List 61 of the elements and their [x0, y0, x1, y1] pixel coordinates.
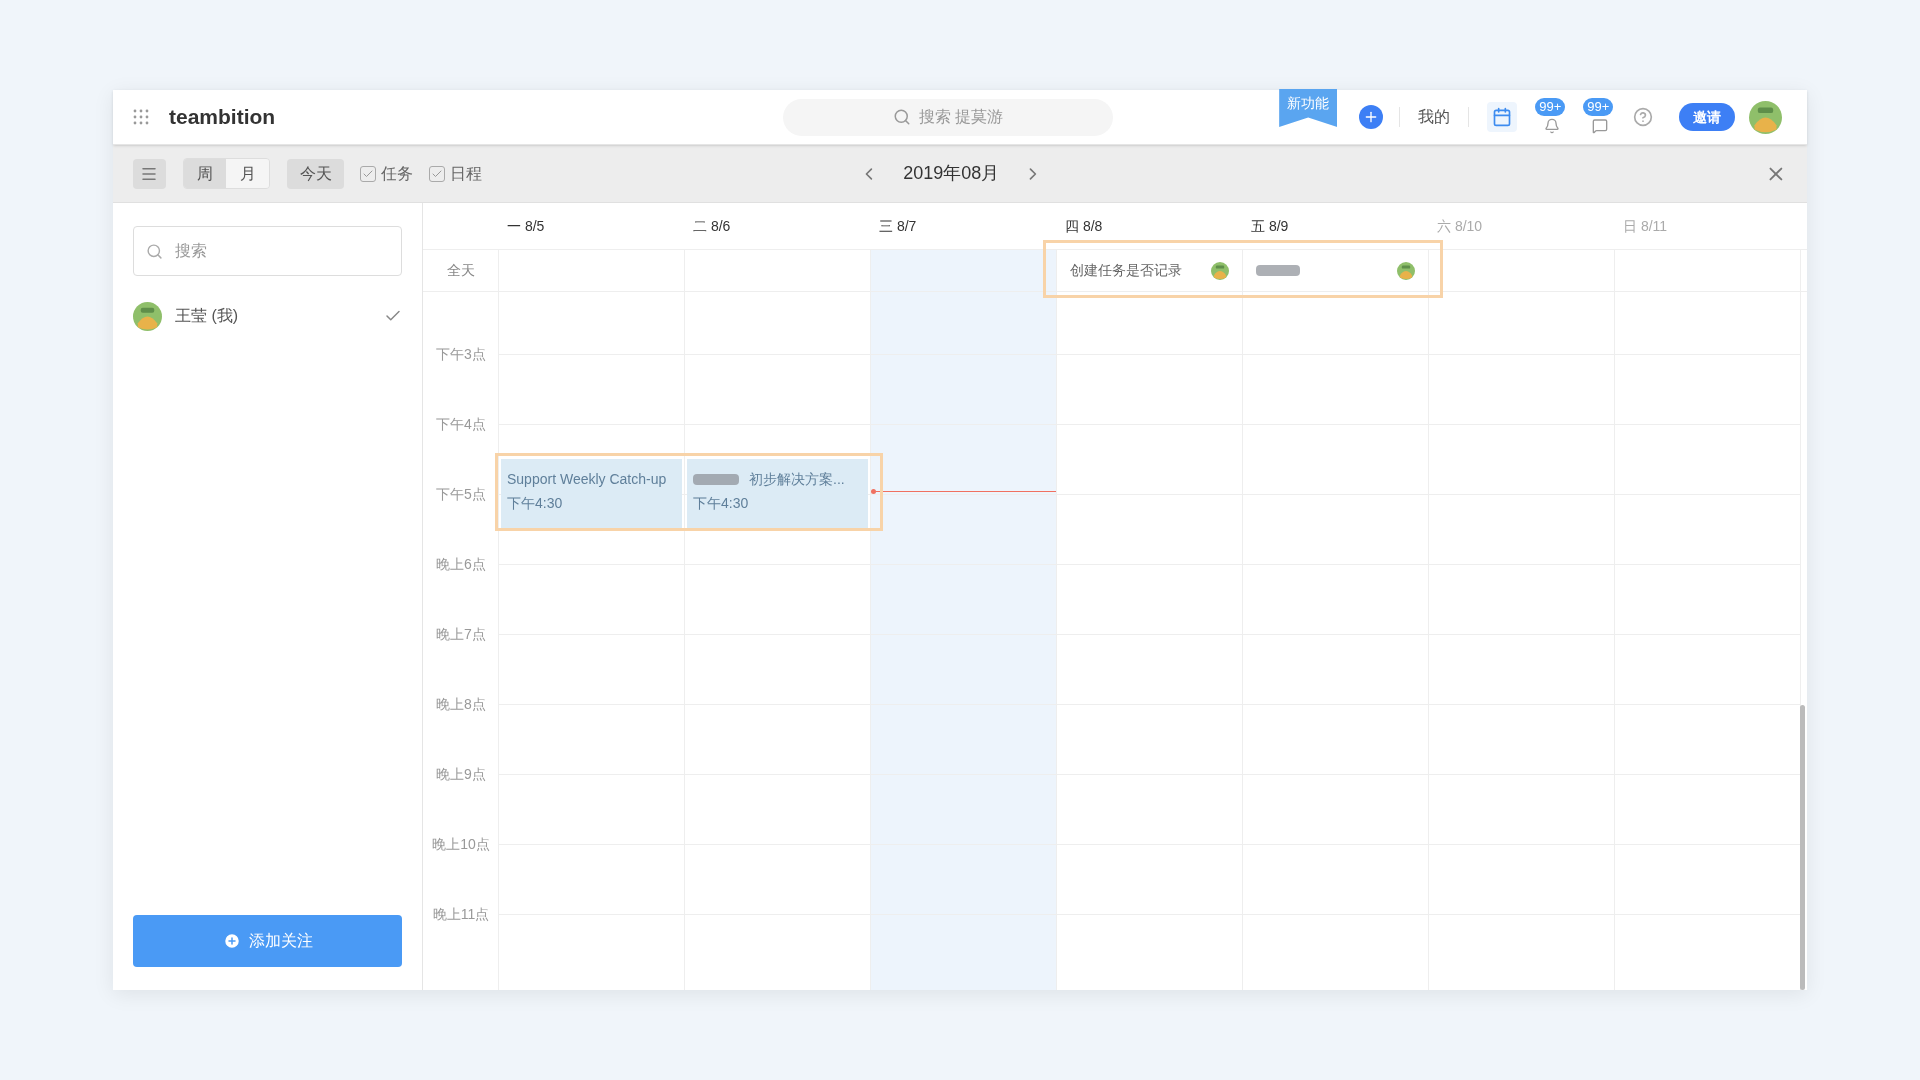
filter-checkbox[interactable]: 日程	[429, 161, 483, 186]
message-icon[interactable]	[1592, 118, 1609, 134]
add-follow-button[interactable]: 添加关注	[133, 915, 402, 967]
day-label: 日 8/11	[1623, 216, 1668, 236]
checkbox[interactable]	[429, 165, 446, 182]
search-field[interactable]: 搜索	[133, 226, 402, 276]
event-time: 下午4:30	[693, 495, 749, 511]
member-name: 王莹 (我)	[175, 306, 240, 326]
search-icon	[892, 108, 911, 126]
day-label: 四 8/8	[1065, 216, 1103, 236]
search-field[interactable]: 搜索 提莫游	[783, 98, 1114, 136]
notification-count: 99+	[1535, 98, 1566, 116]
brand-logo[interactable]: teambition	[169, 101, 276, 133]
hour-label: 下午4点	[435, 415, 487, 433]
hour-label: 晚上8点	[435, 695, 487, 713]
event-time: 下午4:30	[507, 495, 563, 511]
help-icon[interactable]	[1633, 107, 1654, 127]
all-day-event[interactable]: 创建任务是否记录	[1064, 255, 1235, 286]
plus-circle-icon	[222, 932, 241, 950]
day-label: 一 8/5	[507, 216, 545, 236]
scrollbar[interactable]	[1800, 705, 1805, 990]
calendar-event[interactable]: 初步解决方案... 下午4:30	[687, 459, 868, 528]
avatar-icon	[1749, 100, 1783, 134]
day-label: 二 8/6	[693, 216, 731, 236]
redaction-mark	[693, 473, 739, 485]
avatar-icon	[133, 301, 162, 331]
redaction-mark	[1256, 265, 1300, 276]
search-icon	[146, 242, 163, 260]
month-title: 2019年08月	[903, 162, 1000, 185]
invite-button[interactable]: 邀请	[1679, 103, 1736, 131]
filter-checkbox[interactable]: 任务	[360, 161, 414, 186]
checkbox[interactable]	[360, 165, 377, 182]
hour-label: 下午3点	[435, 345, 487, 363]
hour-label: 晚上10点	[431, 835, 491, 853]
view-tab[interactable]: 月	[226, 159, 269, 188]
hour-label: 下午5点	[435, 485, 487, 503]
all-day-label: 全天	[446, 261, 475, 280]
add-button[interactable]	[1359, 105, 1384, 129]
day-label: 五 8/9	[1251, 216, 1289, 236]
avatar-icon	[1397, 261, 1415, 280]
calendar-button[interactable]	[1487, 102, 1518, 132]
member-item[interactable]: 王莹 (我)	[133, 296, 402, 336]
avatar-icon	[1211, 261, 1229, 280]
day-label: 六 8/10	[1437, 216, 1483, 236]
bell-icon[interactable]	[1544, 118, 1561, 134]
calendar-event[interactable]: Support Weekly Catch-up 下午4:30	[501, 459, 682, 528]
view-tab[interactable]: 周	[183, 159, 227, 188]
day-label: 三 8/7	[879, 216, 917, 236]
event-title: 创建任务是否记录	[1070, 261, 1182, 280]
today-button[interactable]: 今天	[286, 158, 345, 189]
hour-label: 晚上11点	[431, 905, 491, 923]
app-grid-icon[interactable]	[133, 109, 149, 125]
hour-label: 晚上9点	[435, 765, 487, 783]
message-count: 99+	[1583, 98, 1614, 116]
hour-label: 晚上7点	[435, 625, 487, 643]
event-title: 初步解决方案...	[749, 470, 845, 489]
mine-link[interactable]: 我的	[1418, 105, 1451, 129]
menu-button[interactable]	[133, 158, 166, 189]
hour-label: 晚上6点	[435, 555, 487, 573]
event-title: Support Weekly Catch-up	[507, 470, 667, 489]
calendar-icon	[1492, 107, 1513, 127]
